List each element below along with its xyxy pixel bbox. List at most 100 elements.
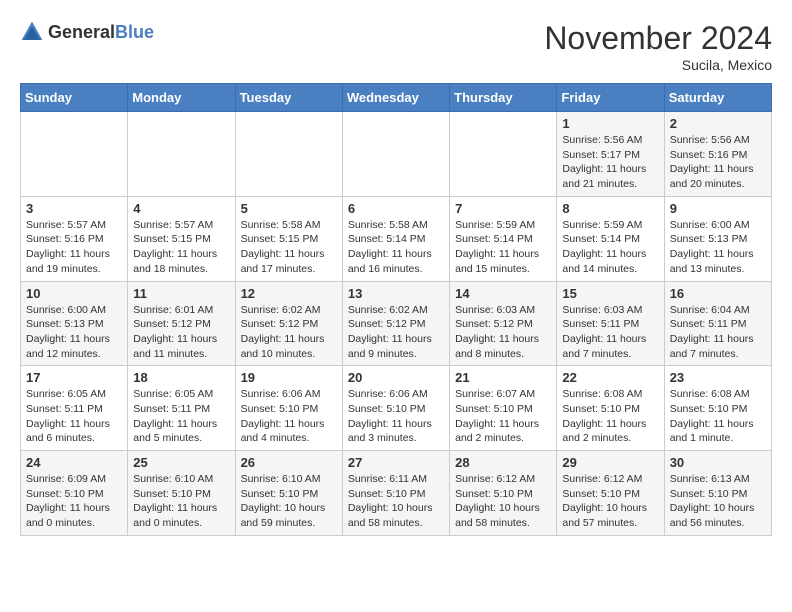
day-info: Sunrise: 5:59 AMSunset: 5:14 PMDaylight:… xyxy=(562,218,658,277)
calendar-week-row: 17 Sunrise: 6:05 AMSunset: 5:11 PMDayligh… xyxy=(21,366,772,451)
logo: GeneralBlue xyxy=(20,20,154,44)
calendar-cell: 26 Sunrise: 6:10 AMSunset: 5:10 PMDayligh… xyxy=(235,451,342,536)
day-number: 11 xyxy=(133,286,229,301)
day-info: Sunrise: 6:01 AMSunset: 5:12 PMDaylight:… xyxy=(133,303,229,362)
location-title: Sucila, Mexico xyxy=(544,57,772,73)
calendar-cell: 24 Sunrise: 6:09 AMSunset: 5:10 PMDayligh… xyxy=(21,451,128,536)
page-header: GeneralBlue November 2024 Sucila, Mexico xyxy=(20,20,772,73)
calendar-cell: 23 Sunrise: 6:08 AMSunset: 5:10 PMDayligh… xyxy=(664,366,771,451)
calendar-cell: 15 Sunrise: 6:03 AMSunset: 5:11 PMDayligh… xyxy=(557,281,664,366)
calendar-cell: 10Sunrise: 6:00 AMSunset: 5:13 PMDayligh… xyxy=(21,281,128,366)
day-number: 8 xyxy=(562,201,658,216)
calendar-week-row: 10Sunrise: 6:00 AMSunset: 5:13 PMDayligh… xyxy=(21,281,772,366)
day-info: Sunrise: 5:56 AMSunset: 5:17 PMDaylight:… xyxy=(562,133,658,192)
calendar-table: SundayMondayTuesdayWednesdayThursdayFrid… xyxy=(20,83,772,536)
day-number: 1 xyxy=(562,116,658,131)
day-number: 20 xyxy=(348,370,444,385)
day-number: 18 xyxy=(133,370,229,385)
calendar-cell: 25 Sunrise: 6:10 AMSunset: 5:10 PMDayligh… xyxy=(128,451,235,536)
day-info: Sunrise: 6:06 AMSunset: 5:10 PMDaylight:… xyxy=(348,387,444,446)
day-info: Sunrise: 6:00 AMSunset: 5:13 PMDaylight:… xyxy=(670,218,766,277)
day-info: Sunrise: 6:02 AMSunset: 5:12 PMDaylight:… xyxy=(241,303,337,362)
weekday-header: Tuesday xyxy=(235,84,342,112)
day-number: 27 xyxy=(348,455,444,470)
calendar-cell: 9Sunrise: 6:00 AMSunset: 5:13 PMDaylight… xyxy=(664,196,771,281)
calendar-cell: 2Sunrise: 5:56 AMSunset: 5:16 PMDaylight… xyxy=(664,112,771,197)
day-number: 13 xyxy=(348,286,444,301)
day-info: Sunrise: 6:04 AMSunset: 5:11 PMDaylight:… xyxy=(670,303,766,362)
weekday-header: Wednesday xyxy=(342,84,449,112)
day-number: 24 xyxy=(26,455,122,470)
day-number: 17 xyxy=(26,370,122,385)
weekday-header: Friday xyxy=(557,84,664,112)
calendar-cell: 12 Sunrise: 6:02 AMSunset: 5:12 PMDayligh… xyxy=(235,281,342,366)
calendar-week-row: 1 Sunrise: 5:56 AMSunset: 5:17 PMDaylight… xyxy=(21,112,772,197)
day-number: 2 xyxy=(670,116,766,131)
calendar-cell: 29 Sunrise: 6:12 AMSunset: 5:10 PMDayligh… xyxy=(557,451,664,536)
calendar-cell: 1 Sunrise: 5:56 AMSunset: 5:17 PMDaylight… xyxy=(557,112,664,197)
calendar-cell: 18 Sunrise: 6:05 AMSunset: 5:11 PMDayligh… xyxy=(128,366,235,451)
day-info: Sunrise: 5:58 AMSunset: 5:15 PMDaylight:… xyxy=(241,218,337,277)
day-info: Sunrise: 5:57 AMSunset: 5:16 PMDaylight:… xyxy=(26,218,122,277)
day-number: 14 xyxy=(455,286,551,301)
day-info: Sunrise: 6:08 AMSunset: 5:10 PMDaylight:… xyxy=(562,387,658,446)
day-number: 19 xyxy=(241,370,337,385)
calendar-cell: 16Sunrise: 6:04 AMSunset: 5:11 PMDayligh… xyxy=(664,281,771,366)
day-number: 28 xyxy=(455,455,551,470)
day-info: Sunrise: 6:10 AMSunset: 5:10 PMDaylight:… xyxy=(241,472,337,531)
day-number: 29 xyxy=(562,455,658,470)
day-info: Sunrise: 5:58 AMSunset: 5:14 PMDaylight:… xyxy=(348,218,444,277)
day-info: Sunrise: 6:07 AMSunset: 5:10 PMDaylight:… xyxy=(455,387,551,446)
calendar-cell: 4Sunrise: 5:57 AMSunset: 5:15 PMDaylight… xyxy=(128,196,235,281)
weekday-header-row: SundayMondayTuesdayWednesdayThursdayFrid… xyxy=(21,84,772,112)
calendar-cell: 13Sunrise: 6:02 AMSunset: 5:12 PMDayligh… xyxy=(342,281,449,366)
day-info: Sunrise: 6:00 AMSunset: 5:13 PMDaylight:… xyxy=(26,303,122,362)
weekday-header: Monday xyxy=(128,84,235,112)
day-number: 7 xyxy=(455,201,551,216)
calendar-cell: 22 Sunrise: 6:08 AMSunset: 5:10 PMDayligh… xyxy=(557,366,664,451)
calendar-cell xyxy=(342,112,449,197)
month-title: November 2024 xyxy=(544,20,772,57)
calendar-cell xyxy=(450,112,557,197)
weekday-header: Sunday xyxy=(21,84,128,112)
calendar-cell: 27 Sunrise: 6:11 AMSunset: 5:10 PMDayligh… xyxy=(342,451,449,536)
day-info: Sunrise: 6:11 AMSunset: 5:10 PMDaylight:… xyxy=(348,472,444,531)
calendar-week-row: 3Sunrise: 5:57 AMSunset: 5:16 PMDaylight… xyxy=(21,196,772,281)
calendar-cell: 28 Sunrise: 6:12 AMSunset: 5:10 PMDayligh… xyxy=(450,451,557,536)
logo-icon xyxy=(20,20,44,44)
day-info: Sunrise: 6:03 AMSunset: 5:11 PMDaylight:… xyxy=(562,303,658,362)
logo-text-blue: Blue xyxy=(115,22,154,42)
calendar-cell: 17 Sunrise: 6:05 AMSunset: 5:11 PMDayligh… xyxy=(21,366,128,451)
weekday-header: Thursday xyxy=(450,84,557,112)
day-number: 21 xyxy=(455,370,551,385)
day-info: Sunrise: 6:08 AMSunset: 5:10 PMDaylight:… xyxy=(670,387,766,446)
day-number: 23 xyxy=(670,370,766,385)
day-number: 6 xyxy=(348,201,444,216)
calendar-cell: 7Sunrise: 5:59 AMSunset: 5:14 PMDaylight… xyxy=(450,196,557,281)
calendar-cell xyxy=(235,112,342,197)
day-info: Sunrise: 6:06 AMSunset: 5:10 PMDaylight:… xyxy=(241,387,337,446)
day-info: Sunrise: 6:05 AMSunset: 5:11 PMDaylight:… xyxy=(26,387,122,446)
day-info: Sunrise: 6:13 AMSunset: 5:10 PMDaylight:… xyxy=(670,472,766,531)
day-info: Sunrise: 6:10 AMSunset: 5:10 PMDaylight:… xyxy=(133,472,229,531)
day-info: Sunrise: 6:05 AMSunset: 5:11 PMDaylight:… xyxy=(133,387,229,446)
day-number: 15 xyxy=(562,286,658,301)
day-info: Sunrise: 6:12 AMSunset: 5:10 PMDaylight:… xyxy=(562,472,658,531)
title-block: November 2024 Sucila, Mexico xyxy=(544,20,772,73)
day-info: Sunrise: 6:12 AMSunset: 5:10 PMDaylight:… xyxy=(455,472,551,531)
day-number: 26 xyxy=(241,455,337,470)
calendar-cell: 30 Sunrise: 6:13 AMSunset: 5:10 PMDayligh… xyxy=(664,451,771,536)
calendar-cell: 21 Sunrise: 6:07 AMSunset: 5:10 PMDayligh… xyxy=(450,366,557,451)
logo-text-general: General xyxy=(48,22,115,42)
day-number: 5 xyxy=(241,201,337,216)
calendar-cell xyxy=(21,112,128,197)
day-number: 25 xyxy=(133,455,229,470)
calendar-week-row: 24 Sunrise: 6:09 AMSunset: 5:10 PMDayligh… xyxy=(21,451,772,536)
day-number: 4 xyxy=(133,201,229,216)
day-info: Sunrise: 6:09 AMSunset: 5:10 PMDaylight:… xyxy=(26,472,122,531)
calendar-cell: 8 Sunrise: 5:59 AMSunset: 5:14 PMDaylight… xyxy=(557,196,664,281)
day-number: 30 xyxy=(670,455,766,470)
day-number: 22 xyxy=(562,370,658,385)
calendar-cell: 5 Sunrise: 5:58 AMSunset: 5:15 PMDaylight… xyxy=(235,196,342,281)
day-number: 12 xyxy=(241,286,337,301)
